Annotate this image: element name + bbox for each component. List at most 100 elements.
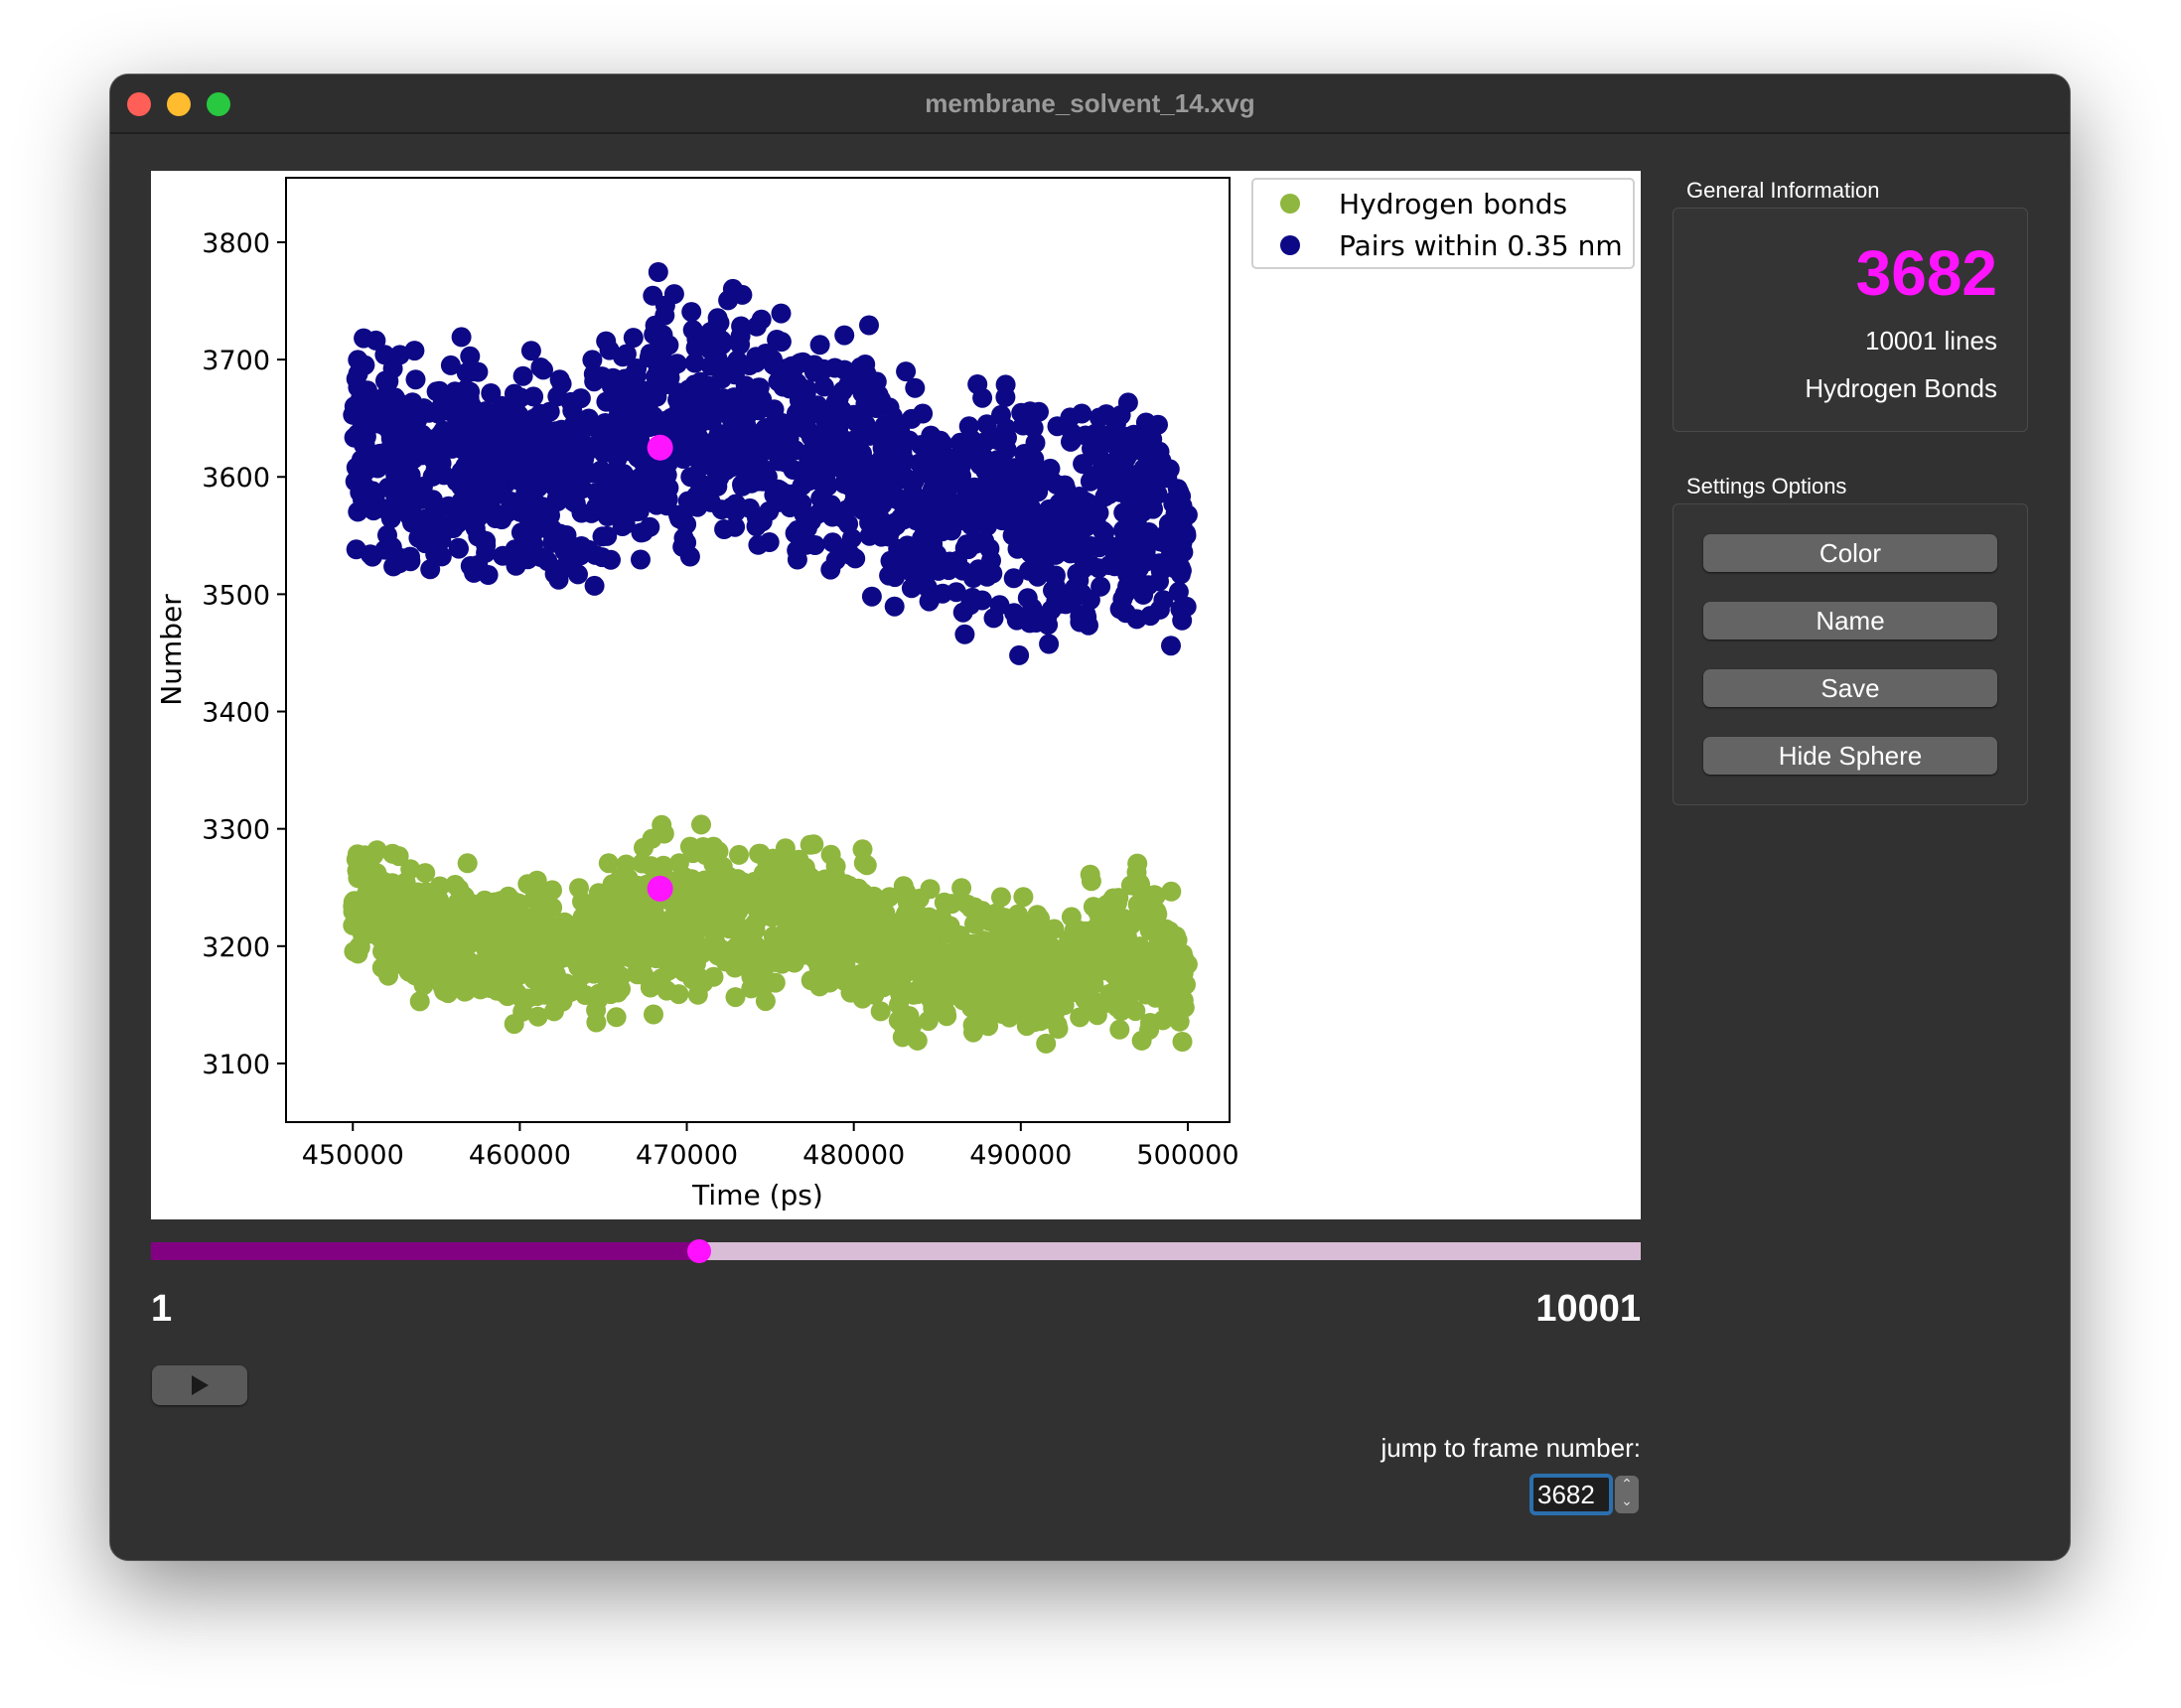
data-point (645, 315, 665, 336)
slider-fill (151, 1242, 700, 1260)
data-point (809, 335, 830, 356)
x-tick-label: 500000 (1136, 1140, 1238, 1171)
data-point (874, 415, 895, 436)
data-point (794, 388, 813, 409)
data-type-label: Hydrogen Bonds (1805, 373, 1997, 403)
data-point (1142, 498, 1163, 518)
data-point (848, 411, 869, 432)
legend-label: Pairs within 0.35 nm (1339, 229, 1623, 262)
data-point (348, 377, 368, 398)
data-point (1138, 977, 1159, 998)
data-point (714, 519, 735, 539)
data-point (543, 476, 564, 497)
data-point (1070, 1007, 1090, 1028)
general-info-panel: 3682 10001 lines Hydrogen Bonds (1672, 208, 2028, 432)
data-point (768, 870, 789, 891)
data-point (1107, 451, 1128, 472)
frame-slider[interactable] (151, 1239, 1641, 1263)
data-point (597, 506, 618, 526)
data-point (417, 428, 438, 449)
data-point (415, 863, 436, 884)
data-point (1124, 556, 1145, 577)
data-point (564, 413, 585, 434)
data-point (504, 892, 524, 912)
data-point (1057, 531, 1078, 551)
data-point (873, 516, 894, 537)
y-tick-label: 3600 (202, 463, 270, 494)
data-point (901, 578, 922, 599)
stepper-down-icon[interactable]: ⌄ (1615, 1493, 1639, 1509)
data-point (1177, 954, 1198, 975)
color-button[interactable]: Color (1703, 534, 1997, 572)
data-point (654, 295, 675, 316)
save-button[interactable]: Save (1703, 669, 1997, 707)
data-point (800, 466, 820, 487)
data-point (704, 458, 724, 479)
data-point (707, 897, 728, 918)
name-button[interactable]: Name (1703, 602, 1997, 640)
data-point (767, 330, 788, 350)
data-point (738, 382, 759, 403)
data-point (676, 514, 697, 534)
data-point (543, 1001, 564, 1022)
data-point (460, 556, 481, 576)
data-point (633, 487, 654, 507)
hide-sphere-button[interactable]: Hide Sphere (1703, 737, 1997, 775)
data-point (429, 927, 450, 948)
data-point (976, 566, 997, 587)
frame-number-input[interactable]: 3682 (1529, 1474, 1613, 1515)
data-point (705, 343, 726, 363)
slider-handle[interactable] (687, 1239, 712, 1263)
data-point (380, 398, 401, 419)
frame-stepper[interactable]: ⌃ ⌄ (1615, 1476, 1639, 1513)
slider-min-label: 1 (151, 1288, 173, 1330)
data-point (1105, 414, 1126, 434)
data-point (828, 953, 849, 973)
data-point (730, 335, 751, 355)
stepper-up-icon[interactable]: ⌃ (1615, 1476, 1639, 1493)
data-point (599, 340, 620, 360)
play-button[interactable] (152, 1365, 247, 1405)
data-point (678, 921, 699, 941)
data-point (724, 364, 745, 385)
scatter-points (343, 262, 1198, 1054)
data-point (971, 590, 992, 611)
current-frame-value: 3682 (1855, 237, 1997, 309)
data-point (1053, 588, 1074, 609)
data-point (355, 355, 375, 375)
slider-max-label: 10001 (1535, 1288, 1641, 1330)
data-point (957, 894, 978, 915)
data-point (763, 355, 784, 375)
data-point (476, 426, 497, 447)
settings-heading: Settings Options (1686, 474, 1847, 498)
x-tick-label: 490000 (969, 1140, 1072, 1171)
data-point (816, 882, 837, 903)
data-point (1034, 555, 1055, 576)
data-point (616, 344, 637, 364)
data-point (1036, 1033, 1057, 1054)
x-tick-label: 460000 (469, 1140, 571, 1171)
data-point (699, 433, 720, 454)
data-point (610, 490, 630, 510)
data-point (1159, 459, 1180, 480)
data-point (434, 465, 454, 486)
data-point (523, 386, 544, 407)
data-point (1169, 1011, 1190, 1032)
data-point (965, 937, 986, 957)
data-point (361, 398, 381, 419)
data-point (1126, 862, 1147, 883)
data-point (366, 840, 387, 861)
data-point (994, 461, 1015, 481)
data-point (930, 430, 950, 451)
data-point (502, 408, 522, 429)
data-point (1095, 993, 1116, 1013)
data-point (893, 876, 914, 897)
data-point (642, 469, 662, 490)
data-point (384, 889, 405, 909)
data-point (771, 481, 791, 501)
data-point (504, 1014, 524, 1035)
data-point (436, 948, 457, 969)
data-point (947, 935, 967, 956)
data-point (983, 1001, 1004, 1022)
data-point (779, 899, 800, 920)
